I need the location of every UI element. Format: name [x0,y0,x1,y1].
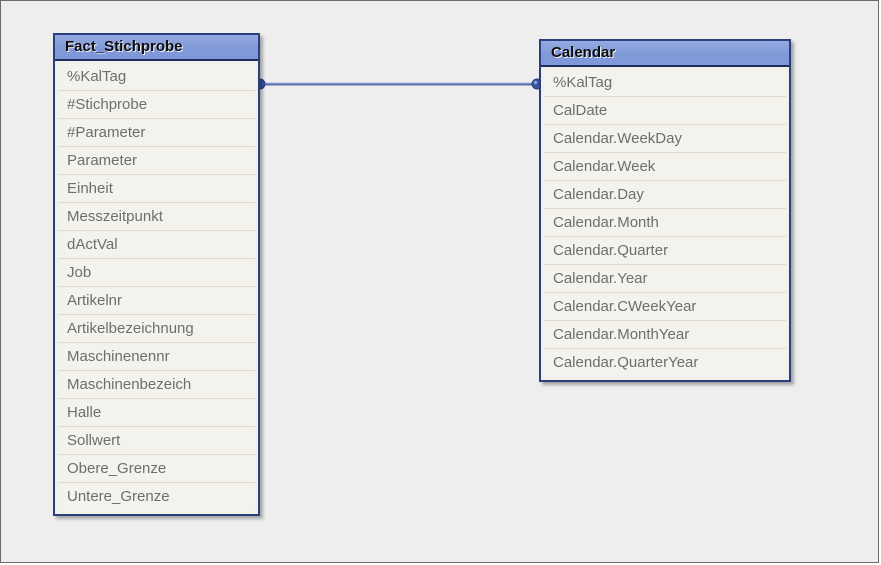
field-row[interactable]: Calendar.QuarterYear [544,349,786,377]
field-row[interactable]: Calendar.MonthYear [544,321,786,349]
field-list-fact-stichprobe: %KalTag #Stichprobe #Parameter Parameter… [55,61,258,514]
field-row[interactable]: %KalTag [58,63,255,91]
field-row[interactable]: Obere_Grenze [58,455,255,483]
field-row[interactable]: Calendar.CWeekYear [544,293,786,321]
field-row[interactable]: Parameter [58,147,255,175]
field-row[interactable]: #Stichprobe [58,91,255,119]
field-row[interactable]: Calendar.Day [544,181,786,209]
field-row[interactable]: %KalTag [544,69,786,97]
table-box-fact-stichprobe[interactable]: Fact_Stichprobe %KalTag #Stichprobe #Par… [53,33,260,516]
table-title: Fact_Stichprobe [65,38,183,55]
field-row[interactable]: Halle [58,399,255,427]
field-row[interactable]: Artikelnr [58,287,255,315]
field-row[interactable]: #Parameter [58,119,255,147]
table-header-calendar[interactable]: Calendar [541,41,789,67]
field-row[interactable]: Maschinenbezeich [58,371,255,399]
table-header-fact-stichprobe[interactable]: Fact_Stichprobe [55,35,258,61]
table-box-calendar[interactable]: Calendar %KalTag CalDate Calendar.WeekDa… [539,39,791,382]
field-row[interactable]: dActVal [58,231,255,259]
data-model-canvas[interactable]: Fact_Stichprobe %KalTag #Stichprobe #Par… [0,0,879,563]
field-row[interactable]: Messzeitpunkt [58,203,255,231]
field-row[interactable]: Calendar.Year [544,265,786,293]
field-row[interactable]: Einheit [58,175,255,203]
field-row[interactable]: CalDate [544,97,786,125]
field-row[interactable]: Calendar.WeekDay [544,125,786,153]
link-kaltag-association [254,78,543,90]
field-row[interactable]: Maschinenennr [58,343,255,371]
association-endpoint-right-gloss [533,80,538,85]
field-row[interactable]: Sollwert [58,427,255,455]
field-row[interactable]: Job [58,259,255,287]
table-title: Calendar [551,44,616,61]
field-row[interactable]: Calendar.Month [544,209,786,237]
field-row[interactable]: Calendar.Week [544,153,786,181]
field-row[interactable]: Calendar.Quarter [544,237,786,265]
field-row[interactable]: Untere_Grenze [58,483,255,511]
field-row[interactable]: Artikelbezeichnung [58,315,255,343]
field-list-calendar: %KalTag CalDate Calendar.WeekDay Calenda… [541,67,789,380]
